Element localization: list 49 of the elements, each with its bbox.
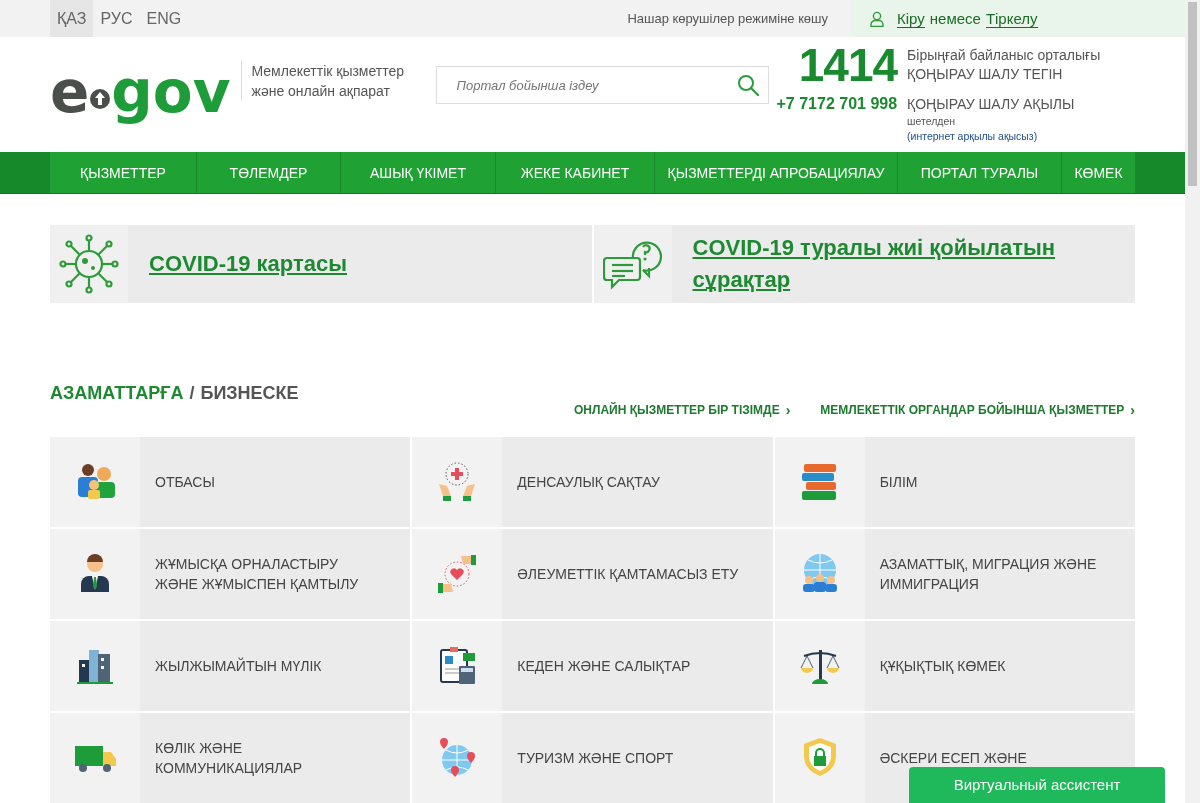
paid-call-text: ҚОҢЫРАУ ШАЛУ АҚЫЛЫ bbox=[907, 95, 1076, 114]
search-icon bbox=[736, 74, 759, 96]
category-tile[interactable]: ӘЛЕУМЕТТІК ҚАМТАМАСЫЗ ЕТУ bbox=[412, 529, 773, 619]
abroad-text: шетелден bbox=[907, 114, 957, 129]
register-link[interactable]: Тіркелу bbox=[985, 9, 1038, 28]
language-tab[interactable]: ҚАЗ bbox=[50, 0, 94, 37]
services-link[interactable]: МЕМЛЕКЕТТІК ОРГАНДАР БОЙЫНША ҚЫЗМЕТТЕР › bbox=[820, 403, 1135, 417]
accessibility-link[interactable]: Нашар көрушілер режиміне көшу bbox=[627, 0, 850, 37]
or-text: немесе bbox=[929, 10, 981, 27]
audience-tab[interactable]: АЗАМАТТАРҒА bbox=[50, 383, 184, 404]
category-tile[interactable]: ОТБАСЫ bbox=[50, 437, 411, 527]
category-tile[interactable]: ЖҰМЫСҚА ОРНАЛАСТЫРУ ЖӘНЕ ЖҰМЫСПЕН ҚАМТЫЛУ bbox=[50, 529, 411, 619]
nav-item[interactable]: ҚЫЗМЕТТЕРДІ АПРОБАЦИЯЛАУ bbox=[655, 152, 898, 193]
nav-item[interactable]: ҚЫЗМЕТТЕР bbox=[50, 152, 197, 193]
nav-item[interactable]: ТӨЛЕМДЕР bbox=[197, 152, 341, 193]
language-tab[interactable]: ENG bbox=[139, 0, 189, 37]
category-tile[interactable]: ДЕНСАУЛЫҚ САҚТАУ bbox=[412, 437, 773, 527]
covid-link[interactable]: COVID-19 туралы жиі қойылатын сұрақтар bbox=[692, 232, 1135, 296]
category-tile[interactable]: КӨЛІК ЖӘНЕ КОММУНИКАЦИЯЛАР bbox=[50, 713, 411, 803]
nav-item[interactable]: КӨМЕК bbox=[1062, 152, 1135, 193]
user-icon bbox=[870, 10, 884, 27]
tagline: Мемлекеттік қызметтер және онлайн ақпарат bbox=[240, 61, 432, 101]
phone-number: +7 7172 701 998 bbox=[776, 95, 898, 113]
virus-icon bbox=[59, 234, 119, 294]
chevron-icon: › bbox=[1130, 403, 1135, 417]
category-tile[interactable]: АЗАМАТТЫҚ, МИГРАЦИЯ ЖӘНЕ ИММИГРАЦИЯ bbox=[774, 529, 1135, 619]
category-tile[interactable]: ҚҰҚЫҚТЫҚ КӨМЕК bbox=[774, 621, 1135, 711]
nav-item[interactable]: ЖЕКЕ КАБИНЕТ bbox=[496, 152, 655, 193]
language-tab[interactable]: РУС bbox=[93, 0, 140, 37]
internet-note: (интернет арқылы ақысыз) bbox=[907, 129, 1039, 144]
search-field[interactable]: Портал бойынша іздеу bbox=[435, 66, 769, 104]
scrollbar[interactable] bbox=[1185, 0, 1200, 803]
sign-in-link[interactable]: Кіру bbox=[897, 9, 925, 28]
category-tile[interactable]: ЖЫЛЖЫМАЙТЫН МҮЛІК bbox=[50, 621, 411, 711]
separator-slash: / bbox=[189, 383, 195, 404]
contact-center-text: Бірыңғай байланыс орталығы bbox=[907, 46, 1101, 65]
category-tile[interactable]: КЕДЕН ЖӘНЕ САЛЫҚТАР bbox=[412, 621, 773, 711]
chevron-icon: › bbox=[785, 403, 791, 417]
hotline-number: 1414 bbox=[798, 41, 898, 89]
category-tile[interactable]: БІЛІМ bbox=[774, 437, 1135, 527]
free-call-text: ҚОҢЫРАУ ШАЛУ ТЕГІН bbox=[907, 65, 1064, 84]
nav-item[interactable]: ПОРТАЛ ТУРАЛЫ bbox=[898, 152, 1062, 193]
services-link[interactable]: ОНЛАЙН ҚЫЗМЕТТЕР БІР ТІЗІМДЕ › bbox=[574, 403, 791, 417]
scrollbar-thumb[interactable] bbox=[1188, 2, 1197, 186]
audience-tab[interactable]: БИЗНЕСКЕ bbox=[200, 383, 299, 404]
covid-link[interactable]: COVID-19 картасы bbox=[149, 248, 347, 280]
egov-logo[interactable]: e gov bbox=[50, 55, 231, 129]
nav-item[interactable]: АШЫҚ ҮКІМЕТ bbox=[341, 152, 496, 193]
category-tile[interactable]: ТУРИЗМ ЖӘНЕ СПОРТ bbox=[412, 713, 773, 803]
